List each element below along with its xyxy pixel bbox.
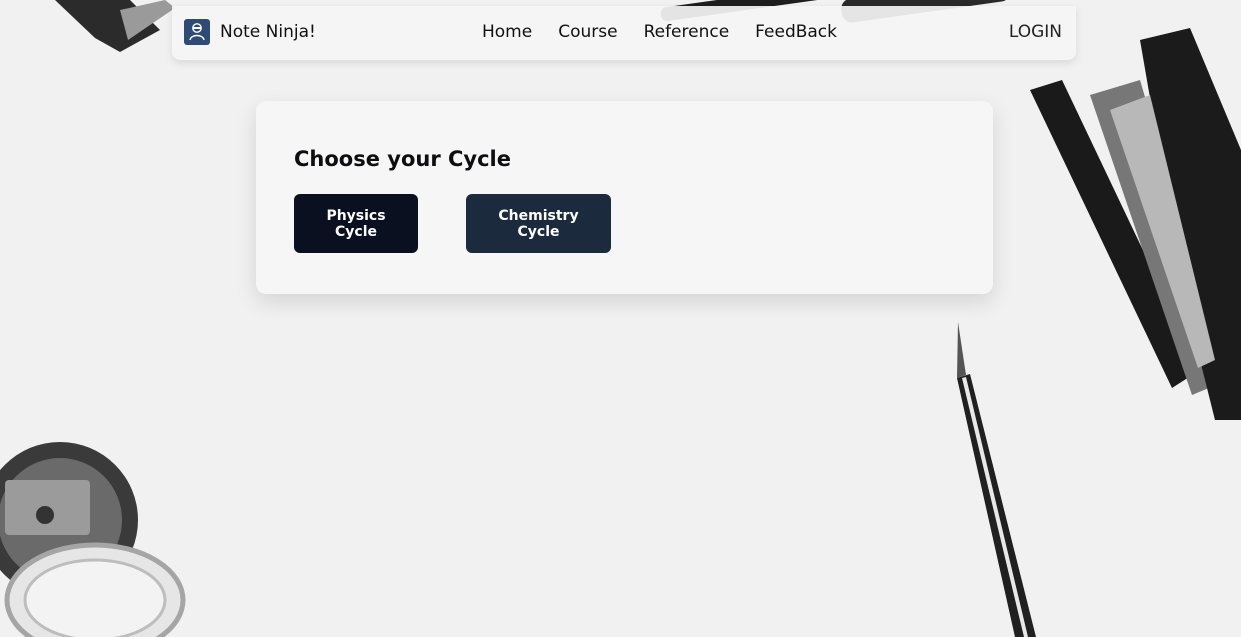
login-link[interactable]: LOGIN — [1009, 22, 1062, 42]
nav-link-reference[interactable]: Reference — [644, 22, 730, 42]
card-title: Choose your Cycle — [294, 147, 511, 171]
brand[interactable]: Note Ninja! — [184, 19, 316, 45]
brand-name: Note Ninja! — [220, 22, 316, 42]
nav-link-home[interactable]: Home — [482, 22, 532, 42]
stationery-background — [0, 0, 1241, 637]
chemistry-cycle-button[interactable]: Chemistry Cycle — [466, 194, 611, 253]
cycle-selection-card: Choose your Cycle Physics Cycle Chemistr… — [256, 101, 993, 294]
nav-link-course[interactable]: Course — [558, 22, 617, 42]
nav-link-feedback[interactable]: FeedBack — [755, 22, 837, 42]
top-navbar: Note Ninja! Home Course Reference FeedBa… — [172, 6, 1076, 60]
nav-links: Home Course Reference FeedBack — [482, 22, 863, 42]
pencil-icon — [957, 322, 1036, 637]
pencil-sharpener-icon — [0, 442, 186, 637]
binder-clip-icon — [55, 0, 175, 52]
physics-cycle-button[interactable]: Physics Cycle — [294, 194, 418, 253]
stapler-icon — [1030, 28, 1241, 420]
ninja-logo-icon — [184, 19, 210, 45]
